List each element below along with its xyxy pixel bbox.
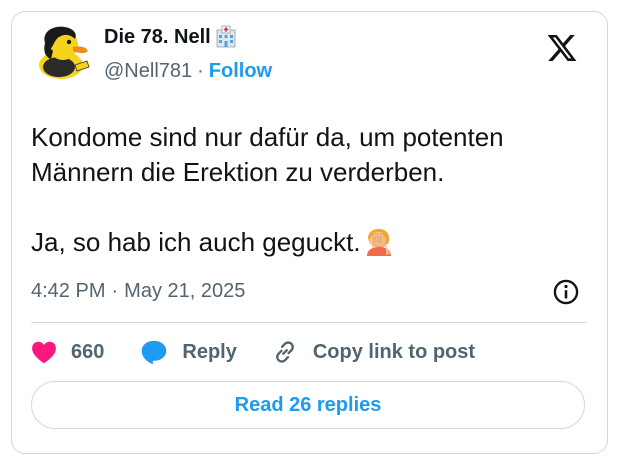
action-bar: 660 Reply Copy link to post (31, 334, 475, 370)
tweet-second-paragraph: Ja, so hab ich auch geguckt. (31, 227, 361, 257)
author-handle[interactable]: @Nell781 (104, 60, 192, 83)
rubber-duck-avatar (39, 26, 90, 79)
copy-link-button[interactable]: Copy link to post (271, 338, 475, 366)
read-replies-button[interactable]: Read 26 replies (31, 381, 585, 429)
tweet-text-line: Kondome sind nur dafür da, um potenten (31, 122, 504, 152)
handle-separator: · (197, 59, 204, 82)
x-logo-icon[interactable] (545, 32, 579, 64)
follow-button[interactable]: Follow (209, 60, 272, 83)
tweet-text-line: Männern die Erektion zu verderben. (31, 157, 445, 187)
like-button[interactable]: 660 (31, 340, 104, 364)
facepalm-icon (366, 228, 391, 256)
author-handle-row: @Nell781 · Follow (104, 57, 272, 85)
read-replies-label: Read 26 replies (234, 393, 382, 416)
tweet-time: 4:42 PM (31, 280, 106, 302)
display-name[interactable]: Die 78. Nell (104, 26, 211, 49)
tweet-text: Kondome sind nur dafür da, um potenten M… (31, 120, 591, 260)
tweet-timestamp[interactable]: 4:42 PM · May 21, 2025 (31, 277, 245, 305)
like-count: 660 (71, 340, 105, 363)
reply-bubble-icon (142, 340, 167, 365)
link-icon (275, 341, 294, 363)
avatar[interactable] (31, 21, 95, 85)
reply-label: Reply (182, 340, 237, 363)
timestamp-separator: · (111, 280, 119, 302)
hospital-icon (216, 25, 236, 48)
author-name-row: Die 78. Nell (104, 23, 238, 51)
heart-icon (32, 341, 56, 364)
divider (31, 322, 586, 323)
copy-link-label: Copy link to post (312, 340, 476, 363)
tweet-second-paragraph-line: Ja, so hab ich auch geguckt. (31, 225, 591, 260)
reply-button[interactable]: Reply (140, 339, 237, 365)
info-icon[interactable] (552, 278, 580, 306)
tweet-date: May 21, 2025 (124, 280, 246, 302)
